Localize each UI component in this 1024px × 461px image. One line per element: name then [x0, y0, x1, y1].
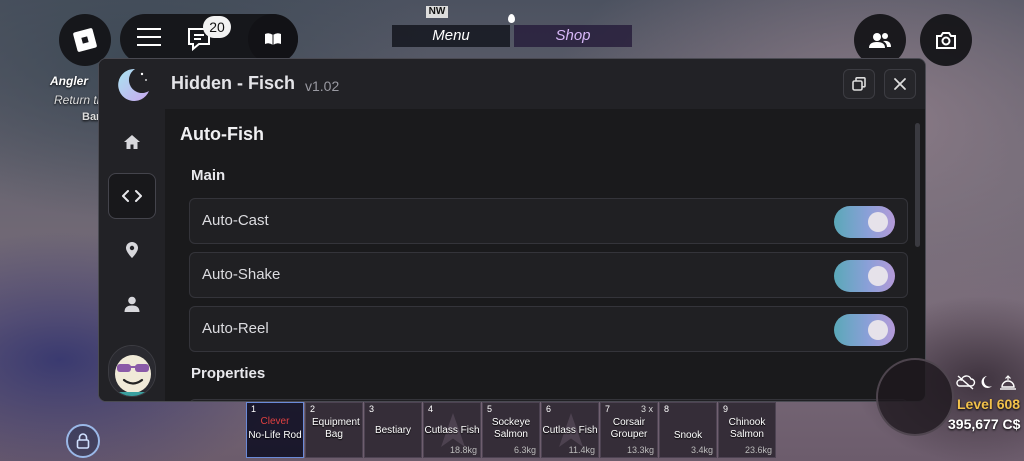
avatar-face-icon	[109, 346, 155, 396]
slot-number: 6	[546, 404, 552, 414]
slot-name: Sockeye Salmon	[491, 417, 531, 440]
slot-quantity: 3 x	[640, 404, 653, 414]
restore-window-icon	[852, 77, 866, 91]
slot-weight: 11.4kg	[568, 445, 595, 455]
status-icons	[955, 373, 1019, 391]
toggle-label: Auto-Cast	[202, 212, 269, 229]
slot-name: Snook	[673, 430, 703, 441]
content-scrollbar[interactable]	[915, 123, 920, 247]
window-title: Hidden - Fisch	[171, 73, 296, 93]
slot-name: Cutlass Fish	[424, 425, 480, 436]
sunrise-icon	[1000, 375, 1016, 390]
compass-marker-icon	[508, 14, 515, 23]
slot-name: Corsair Grouper	[610, 417, 648, 440]
code-icon	[122, 190, 142, 202]
moon-icon	[981, 376, 992, 388]
window-sidebar	[99, 109, 165, 401]
sidebar-item-home[interactable]	[108, 119, 156, 165]
slot-tag: Clever	[260, 416, 290, 427]
hamburger-icon	[137, 28, 161, 46]
hotbar: 1 Clever No-Life Rod 2 Equipment Bag 3 B…	[246, 402, 776, 458]
window-version: v1.02	[305, 78, 340, 94]
section-title: Auto-Fish	[180, 124, 264, 144]
crescent-moon-icon	[111, 65, 151, 105]
hotbar-slot[interactable]: 3 Bestiary	[364, 402, 422, 458]
auto-cast-toggle[interactable]	[834, 206, 895, 238]
window-titlebar[interactable]: Hidden - Fisch v1.02	[99, 59, 925, 109]
friends-icon	[869, 33, 891, 48]
toggle-row-auto-shake[interactable]: Auto-Shake	[189, 252, 908, 298]
hotbar-slot[interactable]: 5 Sockeye Salmon 6.3kg	[482, 402, 540, 458]
slot-number: 1	[251, 404, 257, 414]
slot-name: Equipment Bag	[312, 417, 360, 440]
close-window-button[interactable]	[884, 69, 916, 99]
hotbar-slot[interactable]: 1 Clever No-Life Rod	[246, 402, 304, 458]
slot-number: 8	[664, 404, 670, 414]
script-window: Hidden - Fisch v1.02 Auto-Fish Main Auto…	[98, 58, 926, 402]
location-pin-icon	[126, 242, 138, 258]
toggle-label: Auto-Reel	[202, 320, 269, 337]
slot-number: 9	[723, 404, 729, 414]
window-content: Auto-Fish Main Auto-Cast Auto-Shake Auto…	[165, 109, 925, 401]
slot-number: 2	[310, 404, 316, 414]
reel-meter[interactable]	[876, 358, 954, 436]
hotbar-slot[interactable]: 6 Cutlass Fish 11.4kg	[541, 402, 599, 458]
hotbar-slot[interactable]: 7 3 x Corsair Grouper 13.3kg	[600, 402, 658, 458]
screenshot-button[interactable]	[920, 14, 972, 66]
notification-badge: 20	[203, 16, 231, 38]
shop-tab[interactable]: Shop	[514, 25, 632, 47]
menu-tab[interactable]: Menu	[392, 25, 510, 47]
toggle-row-auto-reel[interactable]: Auto-Reel	[189, 306, 908, 352]
slot-number: 7	[605, 404, 611, 414]
slot-weight: 23.6kg	[744, 445, 772, 455]
slot-number: 4	[428, 404, 434, 414]
compass-label: NW	[426, 6, 448, 18]
hotbar-slot[interactable]: 8 Snook 3.4kg	[659, 402, 717, 458]
top-menu-tabs: Menu Shop	[392, 25, 632, 47]
player-level: Level 608	[957, 396, 1021, 412]
toggle-row-auto-cast[interactable]: Auto-Cast	[189, 198, 908, 244]
book-icon	[265, 33, 281, 45]
slot-weight: 3.4kg	[690, 445, 713, 455]
lock-icon	[76, 433, 90, 449]
sidebar-item-user[interactable]	[108, 281, 156, 327]
slot-weight: 18.8kg	[449, 445, 477, 455]
sidebar-item-location[interactable]	[108, 227, 156, 273]
slot-name: Chinook Salmon	[728, 417, 766, 440]
toggle-knob	[868, 320, 888, 340]
group-label-properties: Properties	[191, 365, 266, 382]
hamburger-menu-button[interactable]	[136, 26, 162, 48]
toggle-knob	[868, 266, 888, 286]
hotbar-slot[interactable]: 2 Equipment Bag	[305, 402, 363, 458]
sidebar-item-code[interactable]	[108, 173, 156, 219]
cloud-off-icon	[956, 375, 976, 390]
avatar[interactable]	[108, 345, 156, 397]
restore-window-button[interactable]	[843, 69, 875, 99]
slot-number: 3	[369, 404, 375, 414]
slot-number: 5	[487, 404, 493, 414]
roblox-logo-icon	[73, 28, 97, 52]
hotbar-slot[interactable]: 4 Cutlass Fish 18.8kg	[423, 402, 481, 458]
backpack-button[interactable]	[248, 14, 298, 64]
slot-weight: 13.3kg	[626, 445, 654, 455]
auto-shake-toggle[interactable]	[834, 260, 895, 292]
slot-name: Cutlass Fish	[542, 425, 598, 436]
home-icon	[124, 135, 140, 149]
hotbar-slot[interactable]: 9 Chinook Salmon 23.6kg	[718, 402, 776, 458]
camera-icon	[936, 32, 956, 49]
toggle-knob	[868, 212, 888, 232]
close-icon	[894, 78, 906, 90]
toggle-label: Auto-Shake	[202, 266, 281, 283]
shift-lock-button[interactable]	[66, 424, 100, 458]
slot-name: No-Life Rod	[248, 430, 302, 441]
user-icon	[124, 296, 140, 312]
slot-weight: 6.3kg	[513, 445, 536, 455]
angler-quest-title: Angler	[50, 74, 89, 88]
player-coins: 395,677 C$	[948, 416, 1021, 432]
auto-reel-toggle[interactable]	[834, 314, 895, 346]
group-label-main: Main	[191, 167, 226, 184]
slot-name: Bestiary	[374, 425, 412, 436]
